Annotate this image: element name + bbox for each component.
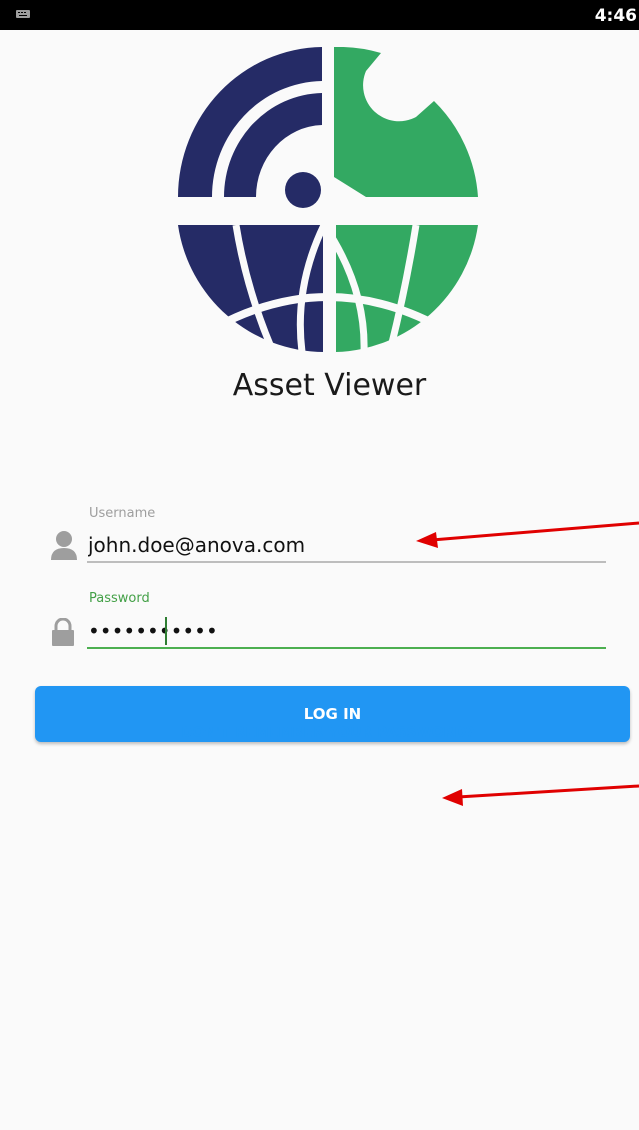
globe-gear-logo	[178, 47, 478, 352]
lock-icon	[52, 618, 74, 646]
status-bar: 4:46	[0, 0, 639, 30]
annotation-arrow-icon	[416, 521, 639, 548]
username-label: Username	[89, 506, 156, 521]
username-underline	[87, 561, 606, 563]
status-time: 4:46	[594, 6, 637, 26]
app-title: Asset Viewer	[232, 368, 427, 403]
password-label: Password	[89, 591, 150, 606]
forgot-password-link[interactable]: DON'T REMEMBER YOUR PASSWORD?	[0, 725, 639, 741]
annotation-arrow-icon	[442, 784, 639, 806]
text-caret	[165, 617, 167, 645]
keyboard-icon	[16, 10, 30, 18]
person-icon	[51, 531, 77, 560]
password-underline	[87, 647, 606, 649]
login-screen: Asset Viewer Username Password LOG IN DO…	[0, 30, 639, 1130]
